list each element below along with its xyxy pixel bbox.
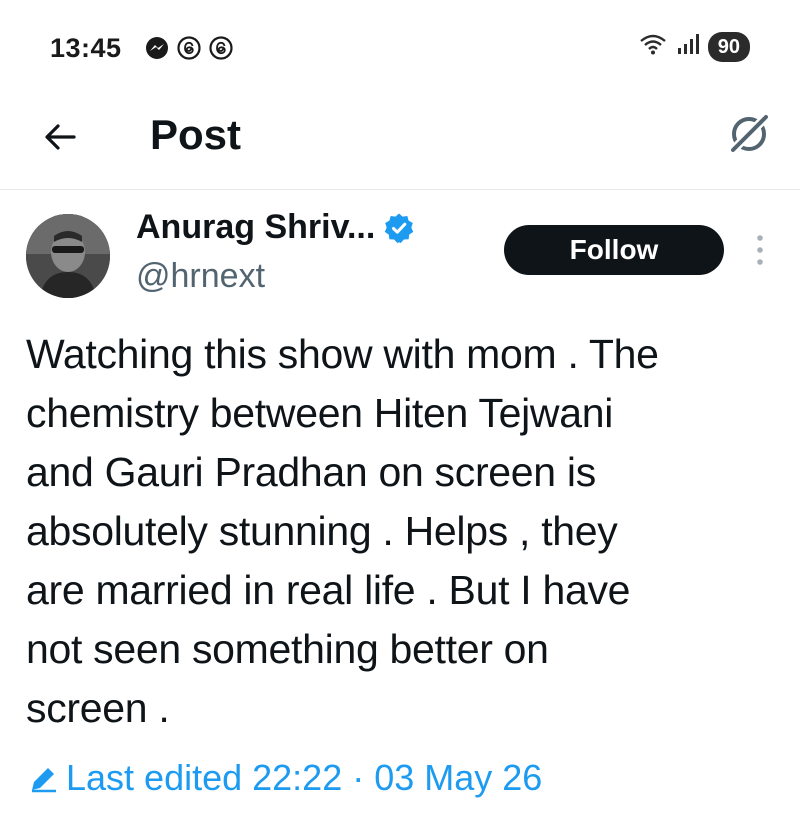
page-title: Post [150, 111, 242, 158]
verified-badge-icon[interactable] [383, 212, 415, 244]
system-icons: 90 [638, 31, 750, 62]
last-edited-text: Last edited 22:22 · 03 May 26 [66, 757, 543, 798]
post-text-line: chemistry between Hiten Tejwani [26, 390, 614, 436]
post-text-line: not seen something better on [26, 626, 549, 672]
avatar[interactable] [26, 214, 110, 298]
post-text-line: absolutely stunning . Helps , they [26, 508, 618, 554]
post-text-line: are married in real life . But I have [26, 567, 631, 613]
battery-indicator: 90 [707, 31, 750, 62]
wifi-icon [638, 31, 668, 62]
author-handle[interactable]: @hrnext [136, 257, 265, 296]
last-edited-link[interactable]: Last edited 22:22 · 03 May 26 [28, 757, 542, 799]
grok-icon [728, 112, 771, 155]
signal-icon [676, 32, 700, 61]
more-vertical-icon [757, 235, 763, 265]
arrow-left-icon [45, 124, 76, 150]
post-text: Watching this show with mom . The chemis… [26, 325, 776, 738]
more-options-button[interactable] [745, 230, 775, 270]
back-button[interactable] [38, 115, 82, 159]
threads-icon [176, 35, 202, 61]
post-text-line: screen . [26, 685, 170, 731]
messenger-icon [144, 35, 170, 61]
status-time: 13:45 [50, 33, 122, 63]
threads-icon [208, 35, 234, 61]
status-bar: 13:45 90 [0, 0, 800, 95]
follow-button[interactable]: Follow [504, 225, 724, 275]
grok-button[interactable] [724, 109, 774, 159]
post-text-line: and Gauri Pradhan on screen is [26, 449, 596, 495]
pencil-icon [28, 762, 60, 794]
top-app-bar: Post [0, 95, 800, 190]
post-text-line: Watching this show with mom . The [26, 331, 659, 377]
author-name[interactable]: Anurag Shriv... [136, 208, 375, 247]
notification-icons [144, 35, 234, 61]
author-name-row: Anurag Shriv... [136, 208, 415, 247]
